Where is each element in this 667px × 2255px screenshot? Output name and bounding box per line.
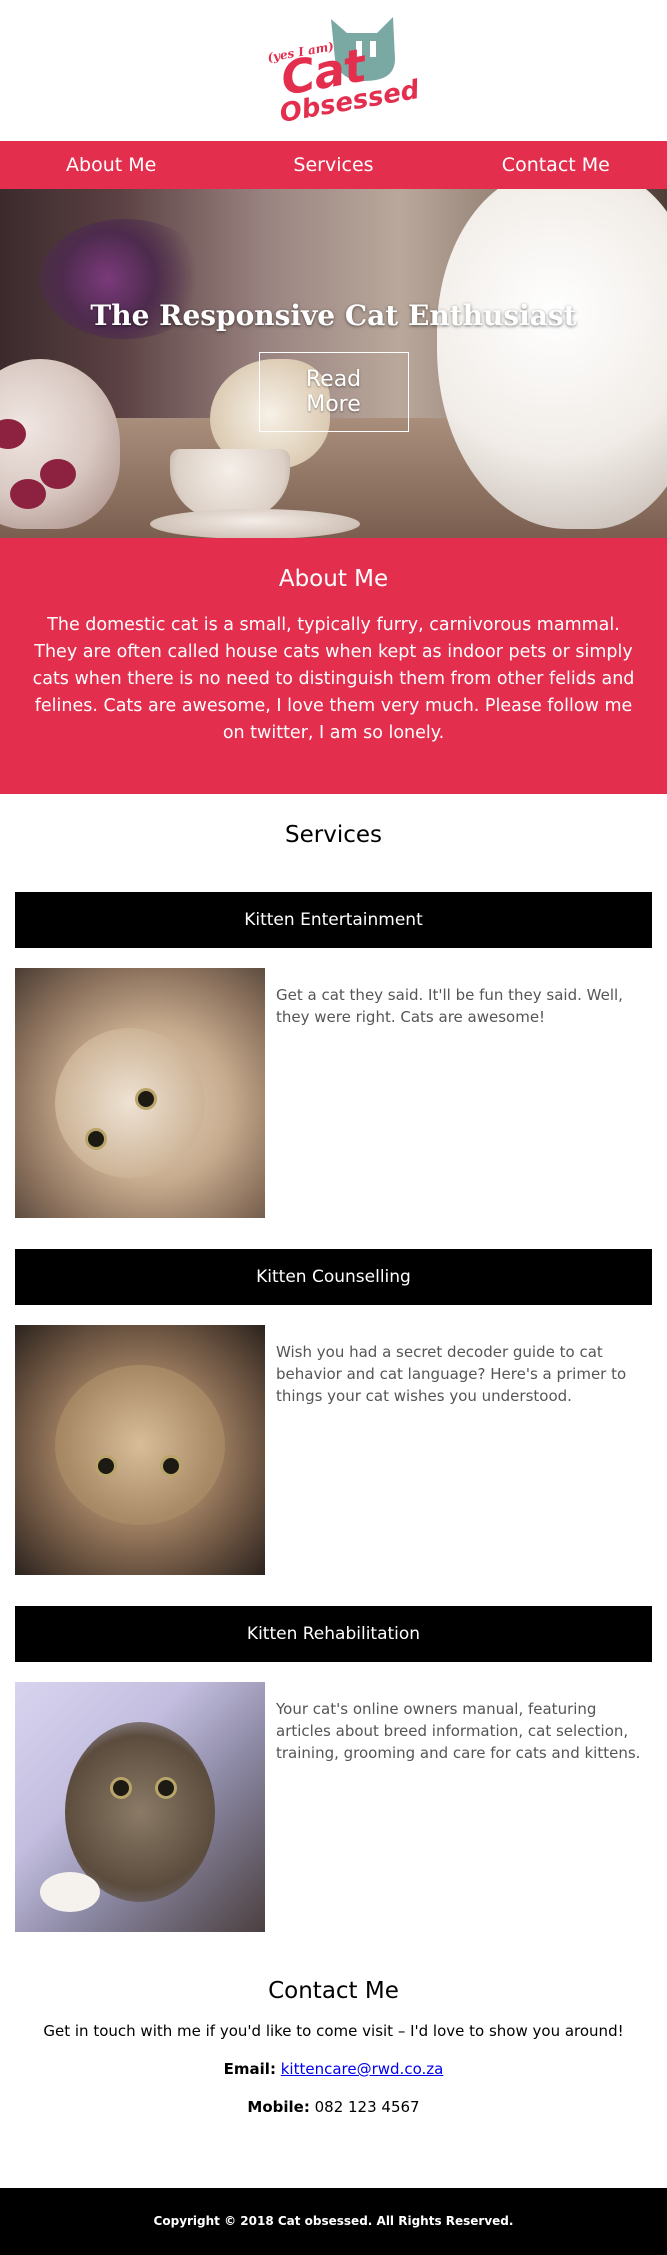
about-text: The domestic cat is a small, typically f…	[32, 615, 635, 743]
hero-saucer-image	[150, 509, 360, 538]
nav-item-about[interactable]: About Me	[0, 154, 222, 176]
service-body: Wish you had a secret decoder guide to c…	[15, 1325, 652, 1575]
contact-title: Contact Me	[268, 1978, 399, 2004]
services-section: Services Kitten Entertainment Get a cat …	[0, 794, 667, 1932]
nav-item-contact[interactable]: Contact Me	[445, 154, 667, 176]
service-body: Get a cat they said. It'll be fun they s…	[15, 968, 652, 1218]
nav-item-services[interactable]: Services	[222, 154, 444, 176]
service-heading: Kitten Rehabilitation	[15, 1606, 652, 1662]
site-footer: Copyright © 2018 Cat obsessed. All Right…	[0, 2188, 667, 2255]
service-body: Your cat's online owners manual, featuri…	[15, 1682, 652, 1932]
about-title: About Me	[278, 566, 389, 592]
read-more-button[interactable]: Read More	[258, 352, 409, 432]
kitten-rehabilitation-image	[15, 1682, 265, 1932]
service-item: Kitten Entertainment Get a cat they said…	[15, 892, 652, 1218]
site-header: (yes I am) Cat Obsessed	[0, 0, 667, 141]
footer-copyright: Copyright © 2018 Cat obsessed. All Right…	[153, 2214, 514, 2228]
kitten-entertainment-image	[15, 968, 265, 1218]
service-item: Kitten Counselling Wish you had a secret…	[15, 1249, 652, 1575]
service-item: Kitten Rehabilitation Your cat's online …	[15, 1606, 652, 1932]
contact-mobile-row: Mobile: 082 123 4567	[15, 2098, 652, 2116]
mobile-label: Mobile:	[247, 2098, 310, 2116]
contact-email-row: Email: kittencare@rwd.co.za	[15, 2060, 652, 2078]
services-title: Services	[285, 822, 382, 848]
hero-content: The Responsive Cat Enthusiast Read More	[0, 299, 667, 432]
site-logo[interactable]: (yes I am) Cat Obsessed	[259, 11, 421, 131]
hero-title: The Responsive Cat Enthusiast	[90, 299, 577, 332]
contact-section: Contact Me Get in touch with me if you'd…	[0, 1963, 667, 2176]
service-description: Get a cat they said. It'll be fun they s…	[276, 986, 623, 1026]
hero-banner: The Responsive Cat Enthusiast Read More	[0, 189, 667, 538]
contact-intro: Get in touch with me if you'd like to co…	[43, 2022, 624, 2040]
service-description: Wish you had a secret decoder guide to c…	[276, 1343, 627, 1405]
service-heading: Kitten Entertainment	[15, 892, 652, 948]
email-link[interactable]: kittencare@rwd.co.za	[281, 2060, 444, 2078]
service-description: Your cat's online owners manual, featuri…	[276, 1700, 641, 1762]
mobile-number: 082 123 4567	[314, 2098, 420, 2116]
kitten-counselling-image	[15, 1325, 265, 1575]
service-heading: Kitten Counselling	[15, 1249, 652, 1305]
email-label: Email:	[223, 2060, 276, 2078]
main-nav: About Me Services Contact Me	[0, 141, 667, 189]
about-section: About Me The domestic cat is a small, ty…	[0, 538, 667, 794]
